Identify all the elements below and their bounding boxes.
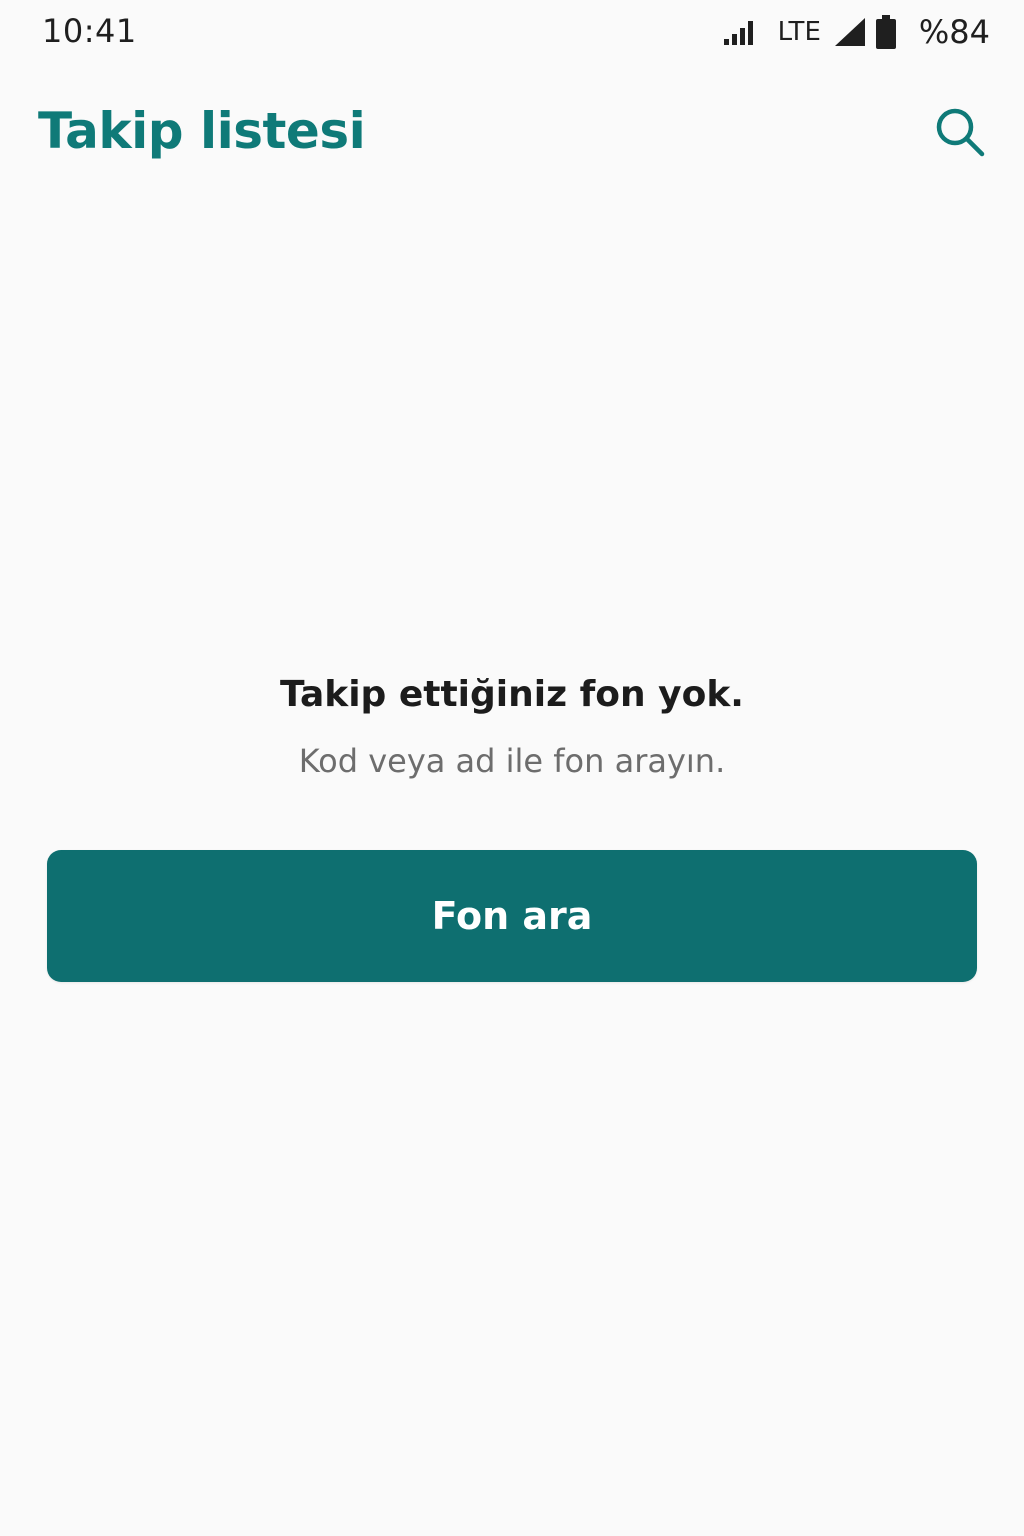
battery-icon [875,15,897,49]
empty-state-subtitle: Kod veya ad ile fon arayın. [298,742,726,780]
status-time: 10:41 [42,12,137,50]
search-button[interactable] [922,96,998,172]
empty-state-title: Takip ettiğiniz fon yok. [280,674,744,715]
page-title: Takip listesi [38,102,366,160]
search-icon [934,106,986,162]
battery-percent: %84 [918,13,990,51]
status-icons: LTE %84 [723,12,990,52]
network-type: LTE [777,17,821,47]
status-bar: 10:41 LTE %84 [0,0,1024,64]
watchlist-screen: 10:41 LTE %84 Takip listesi Takip ettiği… [0,0,1024,1536]
signal-icon [723,19,758,45]
cell-signal-icon [834,18,865,46]
top-app-bar: Takip listesi [0,80,1024,190]
search-fund-button[interactable]: Fon ara [47,850,977,982]
